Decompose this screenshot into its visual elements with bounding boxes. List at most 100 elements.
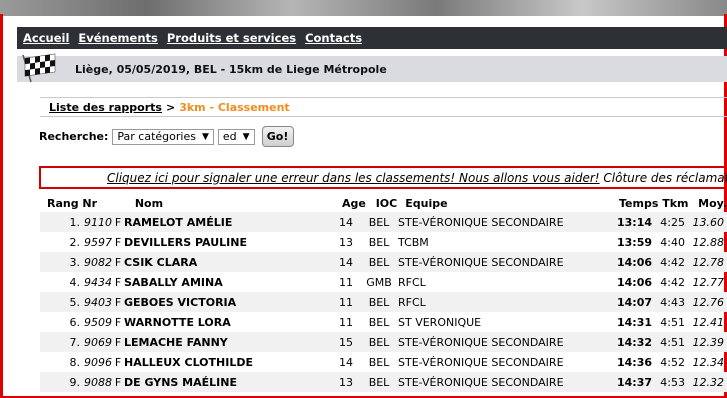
- cell-ioc: BEL: [368, 215, 390, 229]
- cell-rank: 9.: [69, 375, 81, 389]
- search-bar: Recherche: Par catégories ▼ ed ▼ Go!: [39, 126, 294, 147]
- cell-ioc: BEL: [368, 255, 390, 269]
- cell-bib: 9509: [84, 315, 112, 329]
- cell-tkm: 4:43: [660, 295, 685, 309]
- header-ioc[interactable]: IOC: [374, 197, 400, 210]
- cell-avg: 12.78: [692, 255, 725, 269]
- cell-name[interactable]: WARNOTTE LORA: [124, 316, 326, 329]
- cell-sex: F: [114, 295, 122, 309]
- cell-age: 13: [339, 375, 353, 389]
- cell-age: 14: [339, 215, 353, 229]
- cell-rank: 8.: [69, 355, 81, 369]
- cell-name[interactable]: CSIK CLARA: [124, 256, 326, 269]
- table-row[interactable]: 6. 9509 F WARNOTTE LORA 11 BEL ST VERONIQUE 14:…: [40, 312, 727, 332]
- cell-rank: 4.: [69, 275, 81, 289]
- cell-tkm: 4:52: [660, 355, 685, 369]
- header-equipe[interactable]: Equipe: [399, 197, 610, 210]
- header-moy[interactable]: Moy.: [689, 197, 727, 210]
- nav-link-contacts[interactable]: Contacts: [305, 31, 362, 45]
- table-row[interactable]: 2. 9597 F DEVILLERS PAULINE 13 BEL TCBM 13:59 4:…: [40, 232, 727, 252]
- subcategory-select[interactable]: ed ▼: [217, 128, 255, 145]
- breadcrumb-separator: >: [165, 100, 176, 114]
- cell-age: 14: [339, 255, 353, 269]
- cell-avg: 12.88: [692, 235, 725, 249]
- nav-link-accueil[interactable]: Accueil: [23, 31, 69, 45]
- cell-team: STE-VÉRONIQUE SECONDAIRE: [398, 375, 564, 389]
- chevron-down-icon: ▼: [242, 131, 250, 142]
- cell-name[interactable]: LEMACHE FANNY: [124, 336, 326, 349]
- cell-sex: F: [114, 375, 122, 389]
- cell-team: TCBM: [398, 235, 429, 249]
- error-report-banner: Cliquez ici pour signaler une erreur dan…: [39, 166, 727, 189]
- cell-avg: 12.39: [692, 335, 725, 349]
- cell-team: STE-VÉRONIQUE SECONDAIRE: [398, 335, 564, 349]
- cell-tkm: 4:42: [660, 255, 685, 269]
- nav-link-evenements[interactable]: Evénements: [78, 31, 157, 45]
- table-row[interactable]: 7. 9069 F LEMACHE FANNY 15 BEL STE-VÉRONIQUE S…: [40, 332, 727, 352]
- cell-tkm: 4:25: [660, 215, 685, 229]
- cell-time: 13:59: [616, 235, 652, 249]
- cell-name[interactable]: DE GYNS MAÉLINE: [124, 376, 326, 389]
- cell-time: 14:36: [616, 355, 652, 369]
- cell-team: RFCL: [398, 275, 426, 289]
- table-row[interactable]: 5. 9403 F GEBOES VICTORIA 11 BEL RFCL 14:07 4:43…: [40, 292, 727, 312]
- error-report-link[interactable]: Cliquez ici pour signaler une erreur dan…: [107, 171, 600, 185]
- breadcrumb-reports-link[interactable]: Liste des rapports: [49, 101, 162, 114]
- table-row[interactable]: 3. 9082 F CSIK CLARA 14 BEL STE-VÉRONIQUE SECO…: [40, 252, 727, 272]
- frame-border-left: [0, 14, 3, 398]
- cell-ioc: BEL: [368, 375, 390, 389]
- header-temps-tkm[interactable]: Temps Tkm: [611, 197, 689, 210]
- cell-ioc: GMB: [366, 275, 392, 289]
- table-header: Rang Nr Nom Age IOC Equipe Temps Tkm Moy…: [40, 194, 727, 212]
- cell-sex: F: [114, 215, 122, 229]
- breadcrumb-current: 3km - Classement: [179, 100, 290, 114]
- cell-ioc: BEL: [368, 295, 390, 309]
- cell-name[interactable]: SABALLY AMINA: [124, 276, 326, 289]
- go-button[interactable]: Go!: [261, 126, 294, 147]
- results-table: Rang Nr Nom Age IOC Equipe Temps Tkm Moy…: [40, 194, 727, 392]
- cell-time: 14:06: [616, 255, 652, 269]
- cell-name[interactable]: HALLEUX CLOTHILDE: [124, 356, 326, 369]
- cell-age: 15: [339, 335, 353, 349]
- cell-ioc: BEL: [368, 235, 390, 249]
- table-row[interactable]: 8. 9096 F HALLEUX CLOTHILDE 14 BEL STE-VÉRONIQ…: [40, 352, 727, 372]
- category-select[interactable]: Par catégories ▼: [112, 128, 214, 145]
- cell-time: 14:07: [616, 295, 652, 309]
- main-nav: Accueil Evénements Produits et services …: [17, 27, 727, 49]
- cell-ioc: BEL: [368, 315, 390, 329]
- header-nom[interactable]: Nom: [135, 197, 334, 210]
- cell-age: 14: [339, 355, 353, 369]
- cell-rank: 5.: [69, 295, 81, 309]
- cell-bib: 9082: [84, 255, 112, 269]
- cell-time: 14:37: [616, 375, 652, 389]
- table-row[interactable]: 4. 9434 F SABALLY AMINA 11 GMB RFCL 14:06 4:42 12…: [40, 272, 727, 292]
- cell-avg: 12.34: [692, 355, 725, 369]
- cell-name[interactable]: GEBOES VICTORIA: [124, 296, 326, 309]
- cell-time: 14:32: [616, 335, 652, 349]
- cell-avg: 12.76: [692, 295, 725, 309]
- cell-sex: F: [114, 255, 122, 269]
- cell-rank: 2.: [69, 235, 81, 249]
- header-age[interactable]: Age: [334, 197, 373, 210]
- cell-name[interactable]: DEVILLERS PAULINE: [124, 236, 326, 249]
- table-row[interactable]: 1. 9110 F RAMELOT AMÉLIE 14 BEL STE-VÉRONIQUE …: [40, 212, 727, 232]
- cell-sex: F: [114, 315, 122, 329]
- cell-age: 11: [339, 315, 353, 329]
- cell-tkm: 4:42: [660, 275, 685, 289]
- cell-name[interactable]: RAMELOT AMÉLIE: [124, 216, 326, 229]
- cell-bib: 9434: [84, 275, 112, 289]
- cell-bib: 9088: [84, 375, 112, 389]
- cell-tkm: 4:51: [660, 335, 685, 349]
- table-row[interactable]: 9. 9088 F DE GYNS MAÉLINE 13 BEL STE-VÉRONIQUE…: [40, 372, 727, 392]
- cell-sex: F: [114, 235, 122, 249]
- cell-time: 14:31: [616, 315, 652, 329]
- search-label: Recherche:: [39, 130, 109, 143]
- nav-link-produits[interactable]: Produits et services: [167, 31, 296, 45]
- cell-sex: F: [114, 355, 122, 369]
- header-rang-nr[interactable]: Rang Nr: [40, 197, 123, 210]
- event-title: Liège, 05/05/2019, BEL - 15km de Liege M…: [75, 62, 387, 76]
- alert-tail-text: Clôture des réclamat: [599, 170, 727, 185]
- cell-time: 13:14: [616, 215, 652, 229]
- subcategory-select-value: ed: [222, 130, 237, 143]
- cell-team: STE-VÉRONIQUE SECONDAIRE: [398, 255, 564, 269]
